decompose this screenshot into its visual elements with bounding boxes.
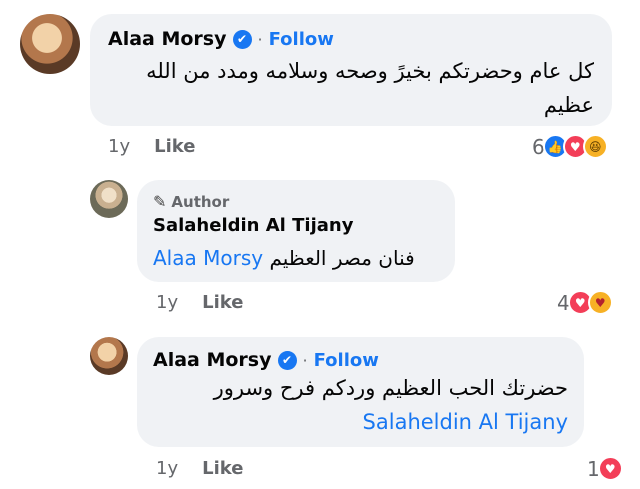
timestamp[interactable]: 1y (156, 292, 178, 313)
follow-button[interactable]: Follow (269, 29, 334, 50)
haha-icon: 😆 (582, 134, 608, 159)
reactions-summary[interactable]: 1 ♥ (587, 456, 623, 481)
timestamp[interactable]: 1y (108, 136, 130, 157)
author-name[interactable]: Salaheldin Al Tijany (153, 215, 439, 236)
comment-actions: 1y Like (108, 136, 195, 157)
verified-badge-icon: ✔ (277, 350, 297, 370)
reply-text-body: حضرتك الحب العظيم وردكم فرح وسرور (213, 376, 568, 400)
avatar-salaheldin[interactable] (90, 180, 128, 218)
verified-badge-icon: ✔ (232, 29, 252, 49)
reply-text: حضرتك الحب العظيم وردكم فرح وسرور Salahe… (153, 371, 568, 439)
author-badge-label: Author (171, 192, 230, 211)
comment-bubble: Alaa Morsy ✔ · Follow كل عام وحضرتكم بخي… (90, 14, 612, 126)
separator-dot: · (257, 29, 263, 49)
comment-actions: 1y Like (156, 292, 243, 313)
reply-bubble: ✎ Author Salaheldin Al Tijany Alaa Morsy… (137, 180, 455, 282)
avatar-alaa-morsy[interactable] (90, 337, 128, 375)
comment-header: Alaa Morsy ✔ · Follow (153, 349, 568, 371)
like-button[interactable]: Like (202, 458, 243, 479)
comment-actions: 1y Like (156, 458, 243, 479)
reactions-summary[interactable]: 4 ♥ ♥ (557, 290, 613, 315)
follow-button[interactable]: Follow (314, 350, 379, 371)
reply-text-body: فنان مصر العظيم (269, 246, 415, 270)
mention-link[interactable]: Alaa Morsy (153, 246, 263, 270)
comment-text: كل عام وحضرتكم بخيرً وصحه وسلامه ومدد من… (146, 59, 594, 117)
separator-dot: · (302, 350, 308, 370)
reply-text: Alaa Morsy فنان مصر العظيم (153, 246, 439, 270)
like-button[interactable]: Like (202, 292, 243, 313)
author-name[interactable]: Alaa Morsy (153, 349, 272, 371)
timestamp[interactable]: 1y (156, 458, 178, 479)
like-button[interactable]: Like (154, 136, 195, 157)
love-icon: ♥ (597, 456, 623, 481)
mention-link[interactable]: Salaheldin Al Tijany (363, 410, 568, 434)
comment-header: Alaa Morsy ✔ · Follow (108, 28, 594, 50)
care-icon: ♥ (587, 290, 613, 315)
reactions-summary[interactable]: 6 👍 ♥ 😆 (532, 134, 608, 159)
author-badge: ✎ Author (153, 192, 439, 211)
author-name[interactable]: Alaa Morsy (108, 28, 227, 50)
avatar-alaa-morsy[interactable] (20, 14, 80, 74)
pen-icon: ✎ (153, 192, 167, 211)
reply-bubble: Alaa Morsy ✔ · Follow حضرتك الحب العظيم … (137, 337, 584, 447)
